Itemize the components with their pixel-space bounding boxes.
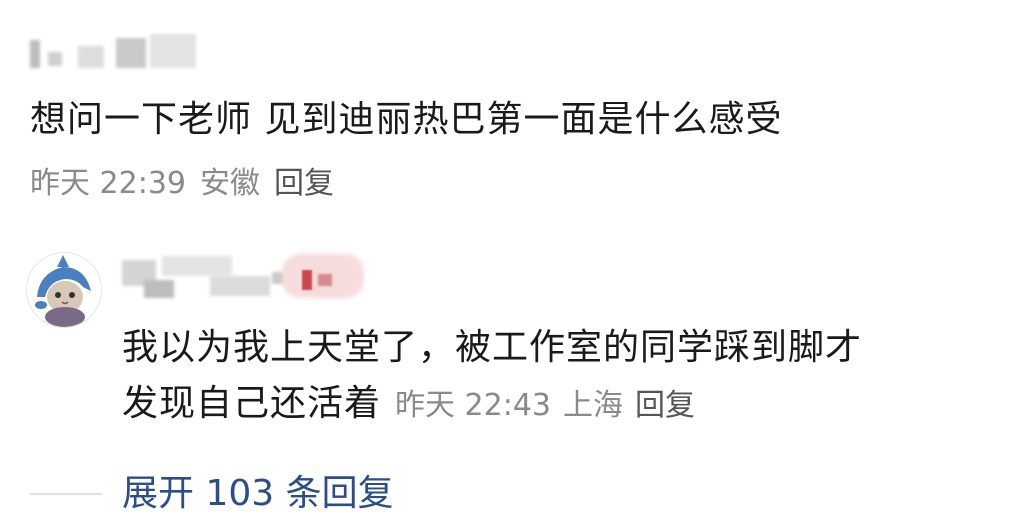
blur-pixel [302,270,312,290]
avatar[interactable] [26,252,102,328]
blur-pixel [48,52,62,66]
reply-time: 昨天 22:43 [395,388,552,423]
blur-pixel [318,274,332,286]
reply-text-line2-wrap: 发现自己还活着 昨天 22:43 上海 回复 [122,376,862,434]
comment-username-blurred[interactable] [30,30,200,70]
reply-location: 上海 [563,388,624,423]
cat-shark-avatar-icon [35,255,91,327]
comment-meta: 昨天 22:39 安徽 回复 [30,164,348,204]
reply-username-blurred[interactable] [122,252,372,298]
blur-pixel [116,38,146,68]
comment-location: 安徽 [200,166,260,201]
comment-text: 想问一下老师 见到迪丽热巴第一面是什么感受 [30,99,783,140]
expand-replies-link[interactable]: 展开 103 条回复 [122,472,394,516]
reply-reply-button[interactable]: 回复 [635,388,695,423]
comment-reply-button[interactable]: 回复 [274,166,334,201]
reply-text: 我以为我上天堂了，被工作室的同学踩到脚才 发现自己还活着 昨天 22:43 上海 回复 [122,320,862,434]
reply-text-line2: 发现自己还活着 [122,383,382,424]
reply-meta: 昨天 22:43 上海 回复 [395,388,707,423]
reply-text-line1: 我以为我上天堂了，被工作室的同学踩到脚才 [122,327,863,368]
divider [30,493,102,495]
comment-time: 昨天 22:39 [30,166,186,201]
blur-pixel [150,34,196,68]
blur-pixel [144,280,174,298]
blur-pixel [162,256,232,276]
blur-pixel [78,46,104,68]
blur-pixel [30,40,40,68]
blur-pixel [210,276,270,296]
